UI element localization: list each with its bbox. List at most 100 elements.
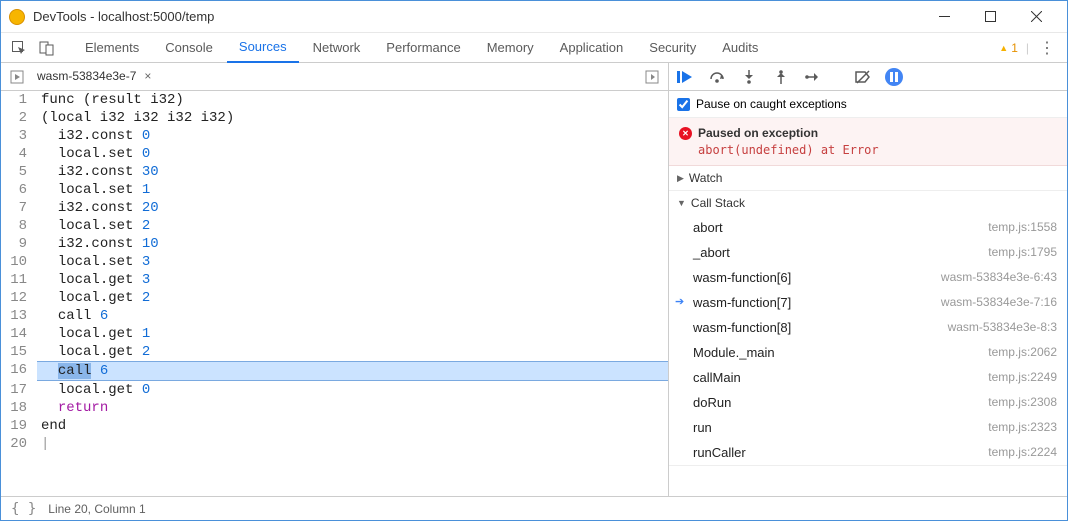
code-line[interactable]: 12 local.get 2 [1, 289, 668, 307]
gutter-line-number[interactable]: 11 [1, 271, 37, 289]
code-line[interactable]: 10 local.set 3 [1, 253, 668, 271]
step-over-icon[interactable] [707, 67, 727, 87]
watch-header[interactable]: Watch [669, 166, 1067, 190]
pause-on-exceptions-icon[interactable] [885, 68, 903, 86]
code-line-content: local.get 2 [37, 289, 668, 307]
gutter-line-number[interactable]: 4 [1, 145, 37, 163]
tab-network[interactable]: Network [301, 33, 373, 63]
tab-audits[interactable]: Audits [710, 33, 770, 63]
devtools-tabbar: ElementsConsoleSourcesNetworkPerformance… [1, 33, 1067, 63]
gutter-line-number[interactable]: 2 [1, 109, 37, 127]
gutter-line-number[interactable]: 15 [1, 343, 37, 361]
gutter-line-number[interactable]: 12 [1, 289, 37, 307]
code-line[interactable]: 15 local.get 2 [1, 343, 668, 361]
tab-application[interactable]: Application [548, 33, 636, 63]
run-snippet-icon[interactable] [5, 65, 29, 89]
debugger-pane: Pause on caught exceptions Paused on exc… [669, 63, 1067, 496]
code-line-content: i32.const 10 [37, 235, 668, 253]
gutter-line-number[interactable]: 13 [1, 307, 37, 325]
tab-security[interactable]: Security [637, 33, 708, 63]
file-tab-label: wasm-53834e3e-7 [37, 69, 136, 83]
gutter-line-number[interactable]: 3 [1, 127, 37, 145]
deactivate-breakpoints-icon[interactable] [853, 67, 873, 87]
callstack-frame[interactable]: _aborttemp.js:1795 [669, 240, 1067, 265]
code-line[interactable]: 1func (result i32) [1, 91, 668, 109]
gutter-line-number[interactable]: 17 [1, 381, 37, 399]
code-line[interactable]: 3 i32.const 0 [1, 127, 668, 145]
callstack-fn: callMain [693, 370, 741, 385]
gutter-line-number[interactable]: 19 [1, 417, 37, 435]
code-line[interactable]: 2(local i32 i32 i32 i32) [1, 109, 668, 127]
code-line-content: func (result i32) [37, 91, 668, 109]
code-line[interactable]: 4 local.set 0 [1, 145, 668, 163]
gutter-line-number[interactable]: 14 [1, 325, 37, 343]
inspect-element-icon[interactable] [5, 34, 33, 62]
code-line[interactable]: 16 call 6 [1, 361, 668, 381]
warning-count[interactable]: 1 [999, 41, 1018, 55]
resume-icon[interactable] [675, 67, 695, 87]
gutter-line-number[interactable]: 16 [1, 361, 37, 381]
code-line-content: i32.const 30 [37, 163, 668, 181]
code-line[interactable]: 9 i32.const 10 [1, 235, 668, 253]
callstack-header[interactable]: Call Stack [669, 191, 1067, 215]
code-editor[interactable]: 1func (result i32)2(local i32 i32 i32 i3… [1, 91, 668, 496]
step-icon[interactable] [803, 67, 823, 87]
code-line[interactable]: 5 i32.const 30 [1, 163, 668, 181]
callstack-loc: wasm-53834e3e-7:16 [941, 295, 1057, 310]
gutter-line-number[interactable]: 9 [1, 235, 37, 253]
code-line[interactable]: 6 local.set 1 [1, 181, 668, 199]
code-line[interactable]: 13 call 6 [1, 307, 668, 325]
callstack-frame[interactable]: callMaintemp.js:2249 [669, 365, 1067, 390]
gutter-line-number[interactable]: 1 [1, 91, 37, 109]
step-out-icon[interactable] [771, 67, 791, 87]
code-line[interactable]: 19end [1, 417, 668, 435]
callstack-loc: temp.js:2323 [988, 420, 1057, 435]
pause-on-caught-checkbox[interactable] [677, 98, 690, 111]
go-to-end-icon[interactable] [640, 65, 664, 89]
callstack-frame[interactable]: Module._maintemp.js:2062 [669, 340, 1067, 365]
step-into-icon[interactable] [739, 67, 759, 87]
more-menu-icon[interactable]: ⋮ [1037, 38, 1057, 58]
gutter-line-number[interactable]: 8 [1, 217, 37, 235]
tab-console[interactable]: Console [153, 33, 225, 63]
callstack-frame[interactable]: doRuntemp.js:2308 [669, 390, 1067, 415]
maximize-button[interactable] [967, 2, 1013, 32]
tab-sources[interactable]: Sources [227, 33, 299, 63]
file-tab[interactable]: wasm-53834e3e-7 × [29, 64, 159, 90]
gutter-line-number[interactable]: 6 [1, 181, 37, 199]
callstack-frame[interactable]: wasm-function[7]wasm-53834e3e-7:16 [669, 290, 1067, 315]
tab-elements[interactable]: Elements [73, 33, 151, 63]
code-line-content: (local i32 i32 i32 i32) [37, 109, 668, 127]
pretty-print-icon[interactable]: { } [11, 501, 36, 517]
callstack-fn: _abort [693, 245, 730, 260]
device-toolbar-icon[interactable] [33, 34, 61, 62]
code-line[interactable]: 7 i32.const 20 [1, 199, 668, 217]
callstack-frame[interactable]: wasm-function[8]wasm-53834e3e-8:3 [669, 315, 1067, 340]
gutter-line-number[interactable]: 18 [1, 399, 37, 417]
callstack-section: Call Stack aborttemp.js:1558_aborttemp.j… [669, 191, 1067, 466]
code-line[interactable]: 17 local.get 0 [1, 381, 668, 399]
code-line[interactable]: 11 local.get 3 [1, 271, 668, 289]
code-line[interactable]: 18 return [1, 399, 668, 417]
code-line[interactable]: 8 local.set 2 [1, 217, 668, 235]
close-button[interactable] [1013, 2, 1059, 32]
code-line-content: i32.const 20 [37, 199, 668, 217]
callstack-frame[interactable]: runCallertemp.js:2224 [669, 440, 1067, 465]
tab-memory[interactable]: Memory [475, 33, 546, 63]
minimize-button[interactable] [921, 2, 967, 32]
pause-on-caught-row[interactable]: Pause on caught exceptions [669, 91, 1067, 118]
callstack-frame[interactable]: runtemp.js:2323 [669, 415, 1067, 440]
callstack-frame[interactable]: wasm-function[6]wasm-53834e3e-6:43 [669, 265, 1067, 290]
callstack-fn: Module._main [693, 345, 775, 360]
callstack-fn: wasm-function[8] [693, 320, 791, 335]
gutter-line-number[interactable]: 7 [1, 199, 37, 217]
gutter-line-number[interactable]: 5 [1, 163, 37, 181]
code-line[interactable]: 20 [1, 435, 668, 453]
gutter-line-number[interactable]: 10 [1, 253, 37, 271]
close-icon[interactable]: × [144, 69, 151, 83]
code-line[interactable]: 14 local.get 1 [1, 325, 668, 343]
gutter-line-number[interactable]: 20 [1, 435, 37, 453]
watch-section[interactable]: Watch [669, 166, 1067, 191]
callstack-frame[interactable]: aborttemp.js:1558 [669, 215, 1067, 240]
tab-performance[interactable]: Performance [374, 33, 472, 63]
